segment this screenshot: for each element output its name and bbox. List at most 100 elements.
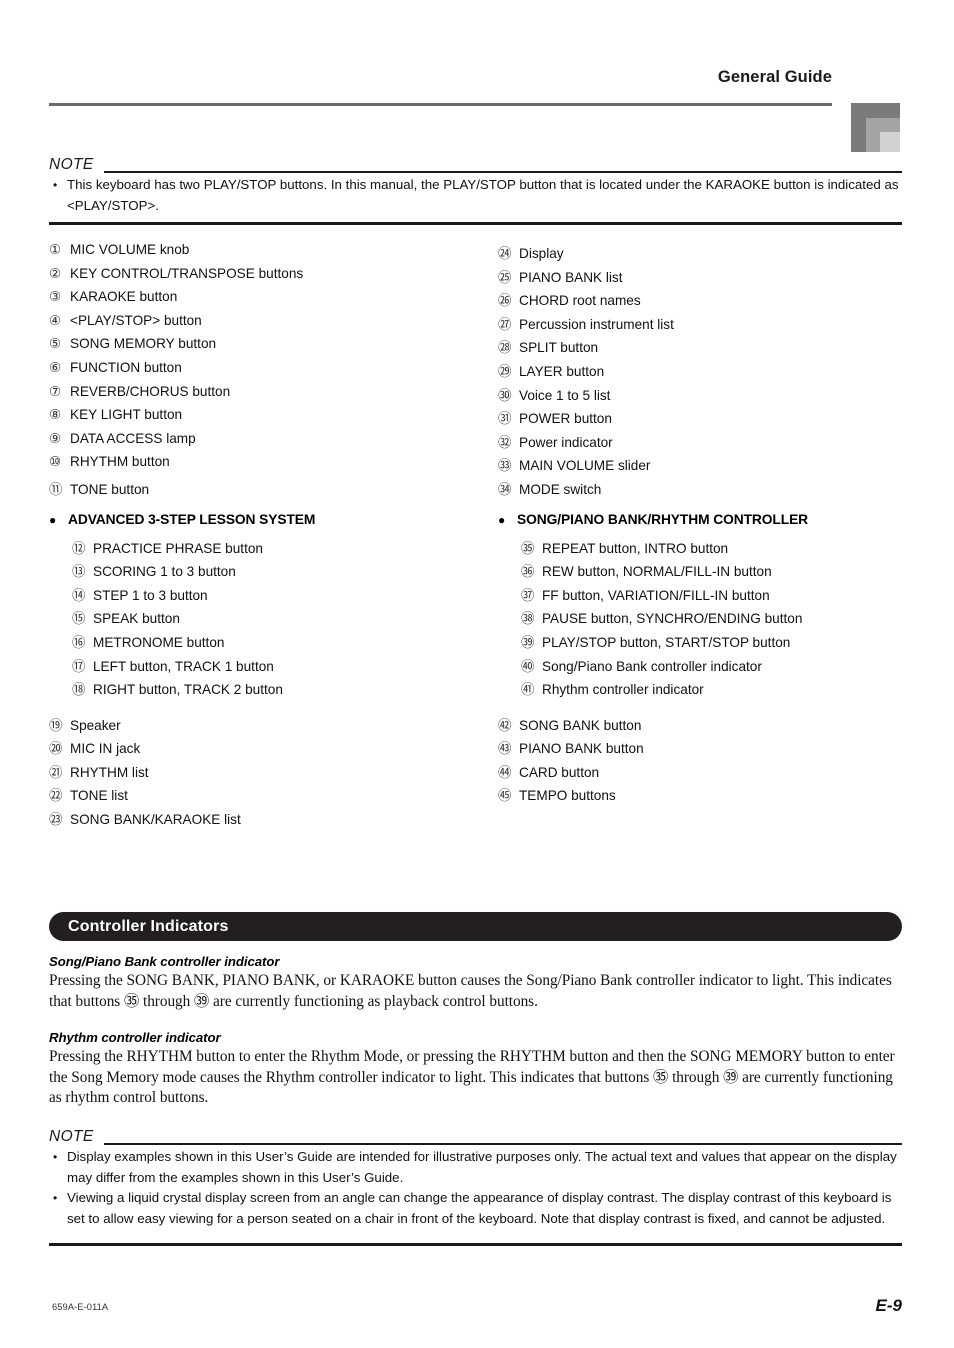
index-label: PAUSE button, SYNCHRO/ENDING button: [542, 611, 803, 627]
index-number: ㊲: [521, 587, 535, 603]
index-item: ㉘ SPLIT button: [498, 336, 928, 360]
index-item: ⑰ LEFT button, TRACK 1 button: [49, 655, 479, 679]
note-bottom-rule-bottom: [49, 1243, 902, 1247]
index-number: ⑰: [72, 658, 86, 674]
index-label: Display: [519, 246, 564, 261]
index-number: ㉔: [498, 246, 512, 261]
index-label: STEP 1 to 3 button: [93, 587, 208, 603]
index-number: ④: [49, 312, 62, 328]
note-heading: NOTE: [49, 156, 902, 175]
subsection-heading: Song/Piano Bank controller indicator: [49, 954, 280, 969]
index-label: Percussion instrument list: [519, 316, 674, 332]
index-item: ⑨ DATA ACCESS lamp: [49, 431, 479, 455]
page-footer: 659A-E-011A E-9: [0, 1296, 954, 1326]
page-number: E-9: [875, 1296, 902, 1315]
index-label: CARD button: [519, 764, 600, 780]
index-item: ㉝ MAIN VOLUME slider: [498, 454, 928, 478]
index-number: ⑳: [49, 741, 63, 757]
index-label: PRACTICE PHRASE button: [93, 540, 263, 556]
index-label: TEMPO buttons: [519, 788, 616, 804]
header-divider: [49, 103, 832, 106]
index-label: <PLAY/STOP> button: [70, 312, 202, 328]
note-item: Viewing a liquid crystal display screen …: [49, 1188, 902, 1229]
page-header: General Guide: [0, 50, 954, 152]
manual-page: General Guide NOTE This keyboard has two…: [0, 0, 954, 1348]
index-label: SONG BANK button: [519, 717, 642, 733]
index-number: ⑨: [49, 430, 62, 446]
index-number: ⑲: [49, 717, 63, 733]
index-number: ⑪: [49, 481, 63, 497]
index-item: ① MIC VOLUME knob: [49, 242, 479, 266]
index-label: DATA ACCESS lamp: [70, 430, 196, 446]
index-number: ⑬: [72, 564, 86, 580]
index-list-left-secondary: ⑲ Speaker ⑳ MIC IN jack ㉑ RHYTHM list ㉒ TONE…: [49, 714, 479, 832]
index-label: PIANO BANK list: [519, 269, 623, 285]
index-item: ⑤ SONG MEMORY button: [49, 336, 479, 360]
index-item: ㉞ MODE switch: [498, 478, 928, 502]
index-group-heading: ● ADVANCED 3-STEP LESSON SYSTEM: [49, 512, 479, 537]
index-item: ⑪ TONE button: [49, 478, 479, 502]
index-label: PIANO BANK button: [519, 741, 644, 757]
index-group-lesson-system: ● ADVANCED 3-STEP LESSON SYSTEM ⑫ PRACTIC…: [49, 512, 479, 702]
index-number: ㉚: [498, 387, 512, 403]
index-number: ㉓: [49, 812, 63, 828]
index-label: FF button, VARIATION/FILL-IN button: [542, 587, 770, 603]
index-label: METRONOME button: [93, 634, 225, 650]
index-item: ⑬ SCORING 1 to 3 button: [49, 560, 479, 584]
index-label: MIC VOLUME knob: [70, 242, 190, 257]
index-group-heading: ● SONG/PIANO BANK/RHYTHM CONTROLLER: [498, 512, 928, 537]
index-number: ㉞: [498, 481, 512, 497]
index-list-left-primary: ① MIC VOLUME knob ② KEY CONTROL/TRANSPOSE …: [49, 242, 479, 502]
index-label: KARAOKE button: [70, 289, 178, 305]
index-label: KEY CONTROL/TRANSPOSE buttons: [70, 265, 304, 281]
index-number: ⑯: [72, 634, 86, 650]
index-number: ③: [49, 289, 62, 305]
index-item: ㉑ RHYTHM list: [49, 761, 479, 785]
note-label: NOTE: [49, 1128, 94, 1145]
document-code: 659A-E-011A: [52, 1302, 109, 1312]
index-number: ㉜: [498, 434, 512, 450]
index-label: TONE button: [70, 481, 150, 497]
note-bottom-rule-top: [49, 222, 902, 226]
index-item: ㊵ Song/Piano Bank controller indicator: [498, 655, 928, 679]
bullet-icon: ●: [49, 512, 57, 527]
index-item: ㉚ Voice 1 to 5 list: [498, 384, 928, 408]
index-number: ㉑: [49, 764, 63, 780]
index-group-title: ADVANCED 3-STEP LESSON SYSTEM: [68, 511, 316, 527]
index-label: SONG BANK/KARAOKE list: [70, 812, 241, 828]
index-item: ㉒ TONE list: [49, 784, 479, 808]
index-item: ㉛ POWER button: [498, 407, 928, 431]
index-number: ⑭: [72, 587, 86, 603]
index-label: Rhythm controller indicator: [542, 682, 704, 698]
index-column-right: ㉔ Display ㉕ PIANO BANK list ㉖ CHORD root na…: [498, 242, 928, 808]
index-item: ㊷ SONG BANK button: [498, 714, 928, 738]
index-number: ①: [49, 242, 62, 257]
index-item: ㊸ PIANO BANK button: [498, 737, 928, 761]
index-label: SCORING 1 to 3 button: [93, 564, 236, 580]
index-label: KEY LIGHT button: [70, 407, 183, 423]
section-entry-song-piano-bank: Song/Piano Bank controller indicator Pre…: [49, 954, 902, 1012]
index-item: ⑲ Speaker: [49, 714, 479, 738]
index-item: ⑫ PRACTICE PHRASE button: [49, 537, 479, 561]
subsection-heading: Rhythm controller indicator: [49, 1030, 221, 1045]
index-item: ⑩ RHYTHM button: [49, 454, 479, 478]
note-heading-rule: [104, 1142, 902, 1145]
index-item: ② KEY CONTROL/TRANSPOSE buttons: [49, 266, 479, 290]
index-number: ㉕: [498, 269, 512, 285]
index-list-right-primary: ㉔ Display ㉕ PIANO BANK list ㉖ CHORD root na…: [498, 242, 928, 502]
index-label: Power indicator: [519, 434, 613, 450]
index-number: ②: [49, 265, 62, 281]
note-label: NOTE: [49, 156, 94, 173]
section-title: Controller Indicators: [68, 917, 229, 935]
index-item: ㉔ Display: [498, 242, 928, 266]
index-item: ㉗ Percussion instrument list: [498, 313, 928, 337]
index-column-left: ① MIC VOLUME knob ② KEY CONTROL/TRANSPOSE …: [49, 242, 479, 832]
index-number: ㊴: [521, 634, 535, 650]
index-number: ㊸: [498, 741, 512, 757]
index-number: ㉙: [498, 363, 512, 379]
index-number: ㉗: [498, 316, 512, 332]
index-label: TONE list: [70, 788, 128, 804]
index-label: MIC IN jack: [70, 741, 141, 757]
index-label: LEFT button, TRACK 1 button: [93, 658, 274, 674]
index-number: ⑮: [72, 611, 86, 627]
